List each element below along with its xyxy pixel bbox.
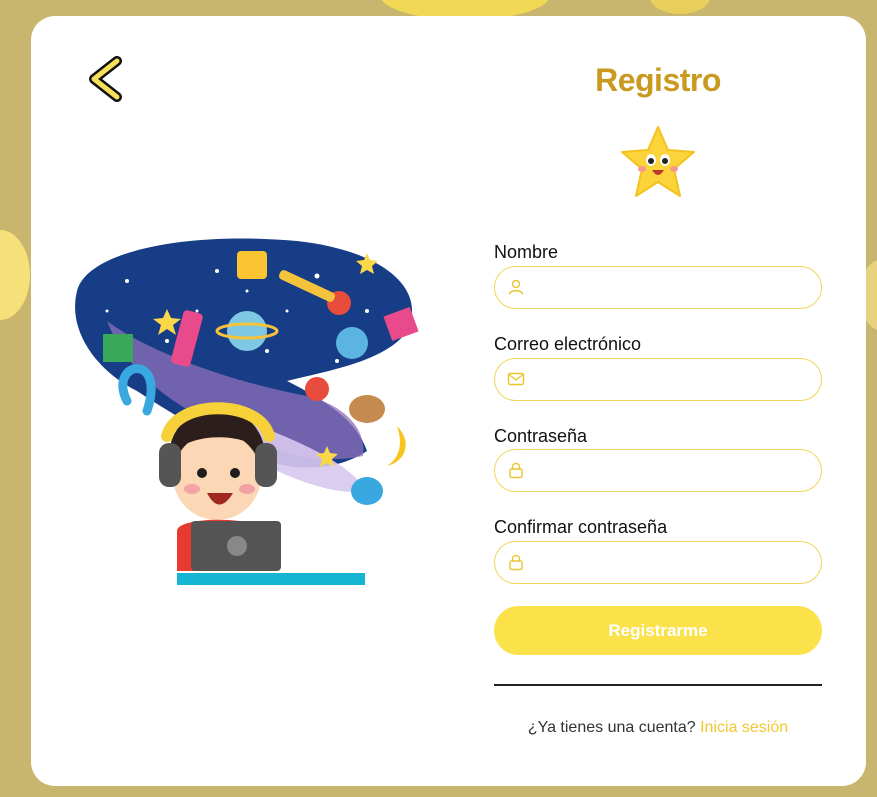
login-question: ¿Ya tienes una cuenta? bbox=[527, 719, 696, 736]
email-label: Correo electrónico bbox=[494, 334, 642, 354]
star-mascot-icon bbox=[621, 126, 695, 197]
password-input[interactable] bbox=[535, 450, 810, 490]
mail-icon bbox=[507, 372, 525, 386]
name-field[interactable] bbox=[494, 266, 822, 309]
login-prompt: ¿Ya tienes una cuenta? Inicia sesión bbox=[494, 719, 822, 737]
confirm-password-field[interactable] bbox=[494, 541, 822, 584]
divider bbox=[494, 684, 822, 686]
lock-icon bbox=[509, 462, 523, 479]
kid-learning-illustration bbox=[75, 238, 419, 585]
password-field[interactable] bbox=[494, 449, 822, 492]
confirm-password-input[interactable] bbox=[535, 542, 810, 582]
email-field[interactable] bbox=[494, 358, 822, 401]
login-link[interactable]: Inicia sesión bbox=[700, 719, 788, 736]
password-label: Contraseña bbox=[494, 426, 588, 446]
background-decoration bbox=[650, 0, 710, 14]
register-card: Registro Nombre Correo electrónico Contr… bbox=[31, 16, 866, 786]
register-button[interactable]: Registrarme bbox=[494, 606, 822, 655]
background-decoration bbox=[0, 230, 30, 320]
email-input[interactable] bbox=[535, 359, 810, 399]
back-arrow-icon[interactable] bbox=[87, 56, 127, 102]
name-label: Nombre bbox=[494, 242, 559, 262]
register-form: Registro Nombre Correo electrónico Contr… bbox=[494, 16, 822, 786]
user-icon bbox=[508, 279, 524, 295]
lock-icon bbox=[509, 554, 523, 571]
name-input[interactable] bbox=[535, 267, 810, 307]
confirm-password-label: Confirmar contraseña bbox=[494, 517, 668, 537]
page-title: Registro bbox=[595, 62, 721, 98]
